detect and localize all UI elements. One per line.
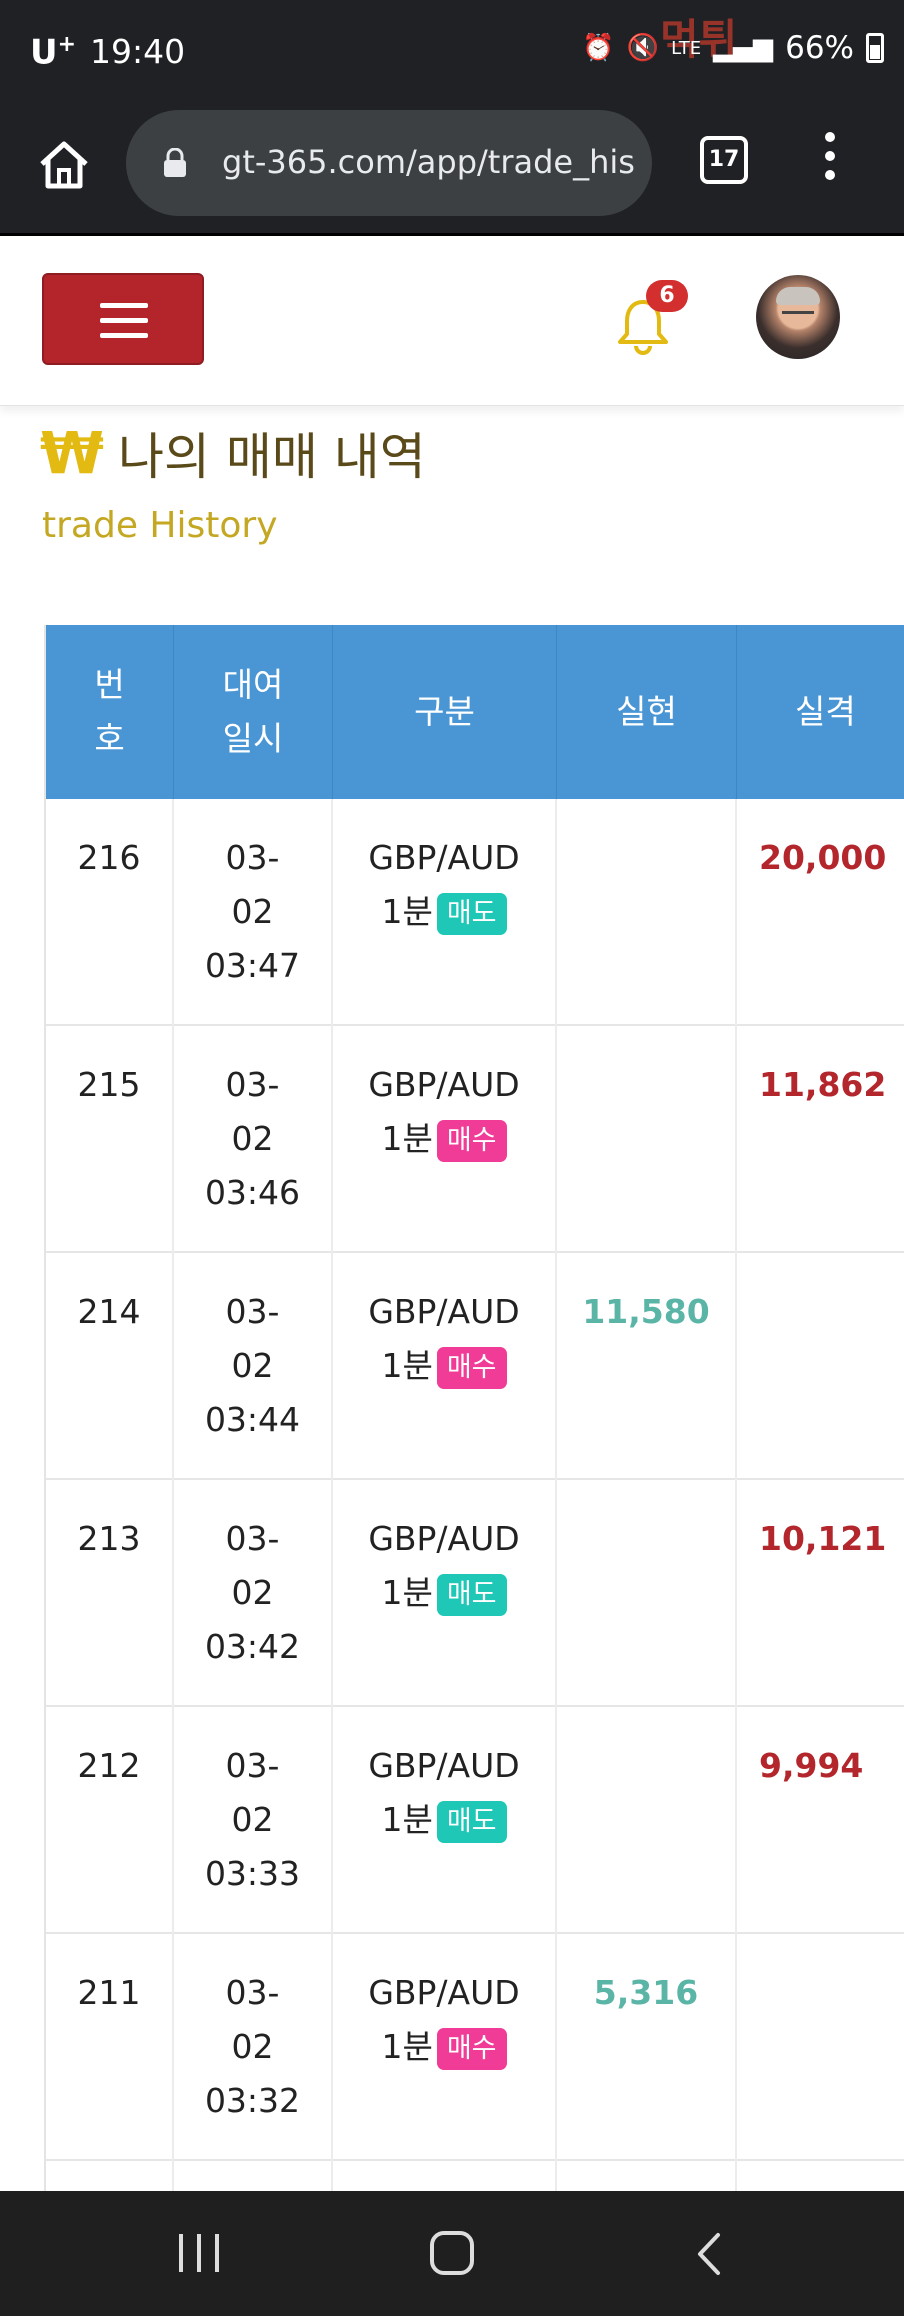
side-badge: 매도 [436, 892, 507, 935]
signal-icon: ▂▄▆ [713, 33, 774, 63]
cell-type: GBP/AUD 1분 매수 [333, 1934, 557, 2161]
column-header-type: 구분 [333, 625, 557, 799]
battery-icon [866, 33, 884, 63]
address-bar[interactable]: gt-365.com/app/trade_histo [126, 110, 652, 216]
status-bar: U+ 19:40 먹튀 ⏰ 🔇 LTE ▂▄▆ 66% [0, 0, 904, 96]
back-icon[interactable] [690, 2231, 730, 2277]
table-row-partial [46, 2161, 904, 2191]
cell-empty [557, 2161, 737, 2191]
cell-type: GBP/AUD 1분 매도 [333, 1707, 557, 1934]
avatar[interactable] [756, 275, 840, 359]
page-title: ₩ 나의 매매 내역 [40, 418, 426, 488]
cell-realized [557, 1480, 737, 1707]
cell-loss [737, 1253, 904, 1480]
cell-no: 215 [46, 1026, 174, 1253]
period-label: 1분 [381, 1119, 433, 1158]
cell-loss: 11,862 [759, 1065, 887, 1104]
cell-date: 03- 02 03:47 [174, 799, 333, 1026]
cell-empty [174, 2161, 333, 2191]
side-badge: 매수 [436, 1119, 507, 1162]
cell-realized: 5,316 [557, 1934, 737, 2161]
side-badge: 매도 [436, 1800, 507, 1843]
table-row: 214 03- 02 03:44 GBP/AUD 1분 매수 11,580 [46, 1253, 904, 1480]
status-time: 19:40 [90, 32, 186, 71]
cell-loss [737, 1934, 904, 2161]
trade-history-table: 번호 대여 일시 구분 실현 실격 216 03- 02 03:47 GBP/AUD 1분 매… [44, 625, 904, 2191]
cell-no: 214 [46, 1253, 174, 1480]
system-nav-bar [0, 2191, 904, 2316]
carrier-label: U+ [30, 32, 77, 73]
table-row: 213 03- 02 03:42 GBP/AUD 1분 매도 10,121 [46, 1480, 904, 1707]
column-header-date: 대여 일시 [174, 625, 333, 799]
cell-date: 03- 02 03:32 [174, 1934, 333, 2161]
home-icon[interactable] [34, 134, 94, 194]
won-icon: ₩ [40, 419, 104, 487]
table-row: 211 03- 02 03:32 GBP/AUD 1분 매수 5,316 [46, 1934, 904, 2161]
period-label: 1분 [381, 1573, 433, 1612]
cell-date: 03- 02 03:46 [174, 1026, 333, 1253]
period-label: 1분 [381, 2027, 433, 2066]
table-row: 215 03- 02 03:46 GBP/AUD 1분 매수 11,862 [46, 1026, 904, 1253]
page-title-text: 나의 매매 내역 [117, 428, 426, 486]
column-header-realized: 실현 [557, 625, 737, 799]
cell-realized: 11,580 [557, 1253, 737, 1480]
table-row: 212 03- 02 03:33 GBP/AUD 1분 매도 9,994 [46, 1707, 904, 1934]
column-header-loss: 실격 [737, 625, 904, 799]
notification-badge: 6 [646, 280, 688, 312]
battery-percent: 66% [785, 30, 854, 66]
cell-type: GBP/AUD 1분 매도 [333, 799, 557, 1026]
cell-date: 03- 02 03:33 [174, 1707, 333, 1934]
cell-empty [46, 2161, 174, 2191]
cell-type: GBP/AUD 1분 매수 [333, 1026, 557, 1253]
side-badge: 매수 [436, 1346, 507, 1389]
pair-label: GBP/AUD [368, 1973, 520, 2012]
lock-icon [162, 147, 188, 178]
side-badge: 매수 [436, 2027, 507, 2070]
page-subtitle: trade History [42, 505, 278, 546]
cell-date: 03- 02 03:42 [174, 1480, 333, 1707]
cell-no: 212 [46, 1707, 174, 1934]
cell-realized [557, 799, 737, 1026]
hamburger-menu-button[interactable] [42, 273, 204, 365]
pair-label: GBP/AUD [368, 1065, 520, 1104]
period-label: 1분 [381, 1346, 433, 1385]
table-row: 216 03- 02 03:47 GBP/AUD 1분 매도 20,000 [46, 799, 904, 1026]
pair-label: GBP/AUD [368, 1519, 520, 1558]
pair-label: GBP/AUD [368, 838, 520, 877]
home-nav-icon[interactable] [430, 2231, 474, 2275]
overflow-menu-icon[interactable] [820, 132, 840, 192]
recent-apps-icon[interactable] [177, 2234, 223, 2274]
cell-loss: 9,994 [759, 1746, 864, 1785]
pair-label: GBP/AUD [368, 1746, 520, 1785]
mute-icon: 🔇 [626, 33, 660, 63]
cell-type: GBP/AUD 1분 매도 [333, 1480, 557, 1707]
pair-label: GBP/AUD [368, 1292, 520, 1331]
cell-no: 211 [46, 1934, 174, 2161]
column-header-no: 번호 [46, 625, 174, 799]
cell-loss: 20,000 [759, 838, 887, 877]
table-header: 번호 대여 일시 구분 실현 실격 [46, 625, 904, 799]
network-label: LTE [671, 37, 702, 59]
period-label: 1분 [381, 1800, 433, 1839]
cell-no: 216 [46, 799, 174, 1026]
side-badge: 매도 [436, 1573, 507, 1616]
status-icons: ⏰ 🔇 LTE ▂▄▆ 66% [582, 30, 884, 66]
cell-no: 213 [46, 1480, 174, 1707]
url-text[interactable]: gt-365.com/app/trade_histo [222, 143, 634, 183]
browser-toolbar: gt-365.com/app/trade_histo 17 [0, 96, 904, 236]
alarm-icon: ⏰ [582, 33, 615, 63]
cell-realized [557, 1707, 737, 1934]
cell-loss: 10,121 [759, 1519, 887, 1558]
cell-realized [557, 1026, 737, 1253]
period-label: 1분 [381, 892, 433, 931]
cell-empty [737, 2161, 904, 2191]
cell-empty [333, 2161, 557, 2191]
tabs-counter-button[interactable]: 17 [700, 136, 748, 184]
app-header: 6 [0, 236, 904, 406]
cell-date: 03- 02 03:44 [174, 1253, 333, 1480]
cell-type: GBP/AUD 1분 매수 [333, 1253, 557, 1480]
